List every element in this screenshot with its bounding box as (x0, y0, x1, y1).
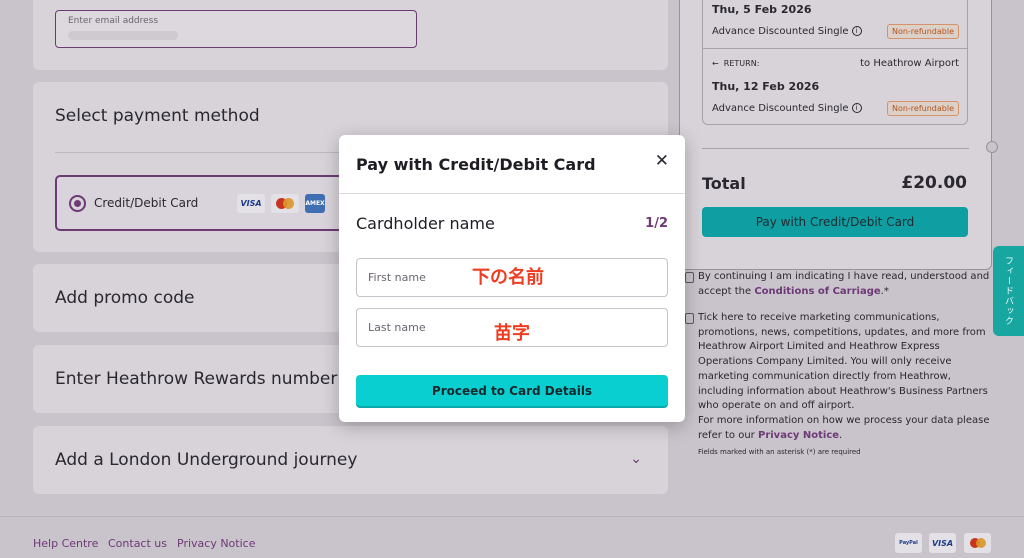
first-name-annotation: 下の名前 (472, 267, 544, 288)
return-nonrefundable-badge: Non-refundable (886, 101, 959, 116)
underground-journey-section[interactable]: Add a London Underground journey ⌄ (33, 426, 668, 494)
return-tag: ← RETURN: (712, 59, 760, 68)
privacy-notice-link[interactable]: Privacy Notice (758, 430, 839, 441)
required-fields-note: Fields marked with an asterisk (*) are r… (698, 448, 861, 456)
paypal-icon-text: PayPal (899, 540, 918, 546)
outbound-ticket-type: Advance Discounted Single i (712, 26, 862, 37)
outbound-ticket-type-text: Advance Discounted Single (712, 26, 849, 37)
underground-journey-title: Add a London Underground journey (55, 450, 358, 470)
marketing-text-body: Tick here to receive marketing communica… (698, 312, 988, 412)
modal-divider (339, 193, 685, 194)
return-ticket-type-text: Advance Discounted Single (712, 103, 849, 114)
payment-method-title: Select payment method (55, 106, 260, 126)
return-date: Thu, 12 Feb 2026 (712, 80, 820, 93)
total-divider (702, 148, 969, 149)
credit-card-option[interactable]: Credit/Debit Card VISA AMEX (55, 175, 385, 231)
return-ticket-type: Advance Discounted Single i (712, 103, 862, 114)
card-payment-modal: Pay with Credit/Debit Card ✕ Cardholder … (339, 135, 685, 422)
ticket-notch (986, 141, 998, 153)
terms-text: By continuing I am indicating I have rea… (698, 270, 990, 299)
footer-link-help-centre[interactable]: Help Centre (33, 537, 98, 550)
mastercard-icon (271, 194, 299, 213)
privacy-prefix: For more information on how we process y… (698, 414, 990, 441)
visa-icon: VISA (929, 533, 956, 553)
privacy-suffix: . (839, 429, 843, 441)
footer-link-privacy-notice[interactable]: Privacy Notice (177, 537, 255, 550)
visa-icon: VISA (237, 194, 265, 213)
cardholder-name-title: Cardholder name (356, 214, 495, 233)
marketing-checkbox[interactable] (685, 313, 694, 324)
outbound-date: Thu, 5 Feb 2026 (712, 3, 812, 16)
credit-card-radio[interactable] (69, 195, 86, 212)
terms-checkbox[interactable] (685, 272, 694, 283)
last-name-input[interactable] (368, 309, 468, 346)
feedback-tab-label: フィードバック (1003, 256, 1013, 326)
step-indicator: 1/2 (645, 216, 668, 231)
email-field[interactable]: Enter email address (55, 10, 417, 48)
total-value: £20.00 (901, 173, 967, 193)
total-label: Total (702, 174, 746, 193)
chevron-down-icon[interactable]: ⌄ (630, 451, 642, 467)
info-icon[interactable]: i (851, 103, 862, 113)
order-summary: Thu, 5 Feb 2026 Advance Discounted Singl… (679, 0, 998, 270)
email-card: Enter email address (33, 0, 668, 70)
terms-asterisk: .* (880, 285, 889, 297)
return-destination: to Heathrow Airport (860, 58, 959, 69)
info-icon[interactable]: i (851, 26, 862, 36)
checkout-page: Enter email address Select payment metho… (0, 0, 1024, 558)
amex-icon: AMEX (305, 194, 325, 213)
first-name-input[interactable] (368, 259, 468, 296)
credit-card-option-label: Credit/Debit Card (94, 196, 199, 210)
email-field-label: Enter email address (68, 16, 159, 26)
close-icon[interactable]: ✕ (655, 151, 669, 171)
footer: Help Centre Contact us Privacy Notice Pa… (0, 516, 1024, 558)
outbound-nonrefundable-badge: Non-refundable (886, 24, 959, 39)
footer-link-contact-us[interactable]: Contact us (108, 537, 167, 550)
rewards-number-title: Enter Heathrow Rewards number (55, 369, 338, 389)
paypal-icon: PayPal (895, 533, 922, 553)
modal-title: Pay with Credit/Debit Card (356, 155, 596, 174)
mastercard-icon (964, 533, 991, 553)
marketing-text: Tick here to receive marketing communica… (698, 311, 990, 443)
ticket-divider (703, 48, 967, 49)
last-name-annotation: 苗字 (494, 323, 530, 344)
feedback-tab[interactable]: フィードバック (993, 246, 1024, 336)
conditions-of-carriage-link[interactable]: Conditions of Carriage (754, 286, 880, 297)
proceed-to-card-details-button[interactable]: Proceed to Card Details (356, 375, 668, 406)
ticket-list: Thu, 5 Feb 2026 Advance Discounted Singl… (702, 0, 968, 125)
email-value-redacted (68, 31, 178, 40)
return-tag-text: RETURN: (723, 59, 760, 68)
promo-code-title: Add promo code (55, 288, 195, 308)
pay-button[interactable]: Pay with Credit/Debit Card (702, 207, 968, 237)
